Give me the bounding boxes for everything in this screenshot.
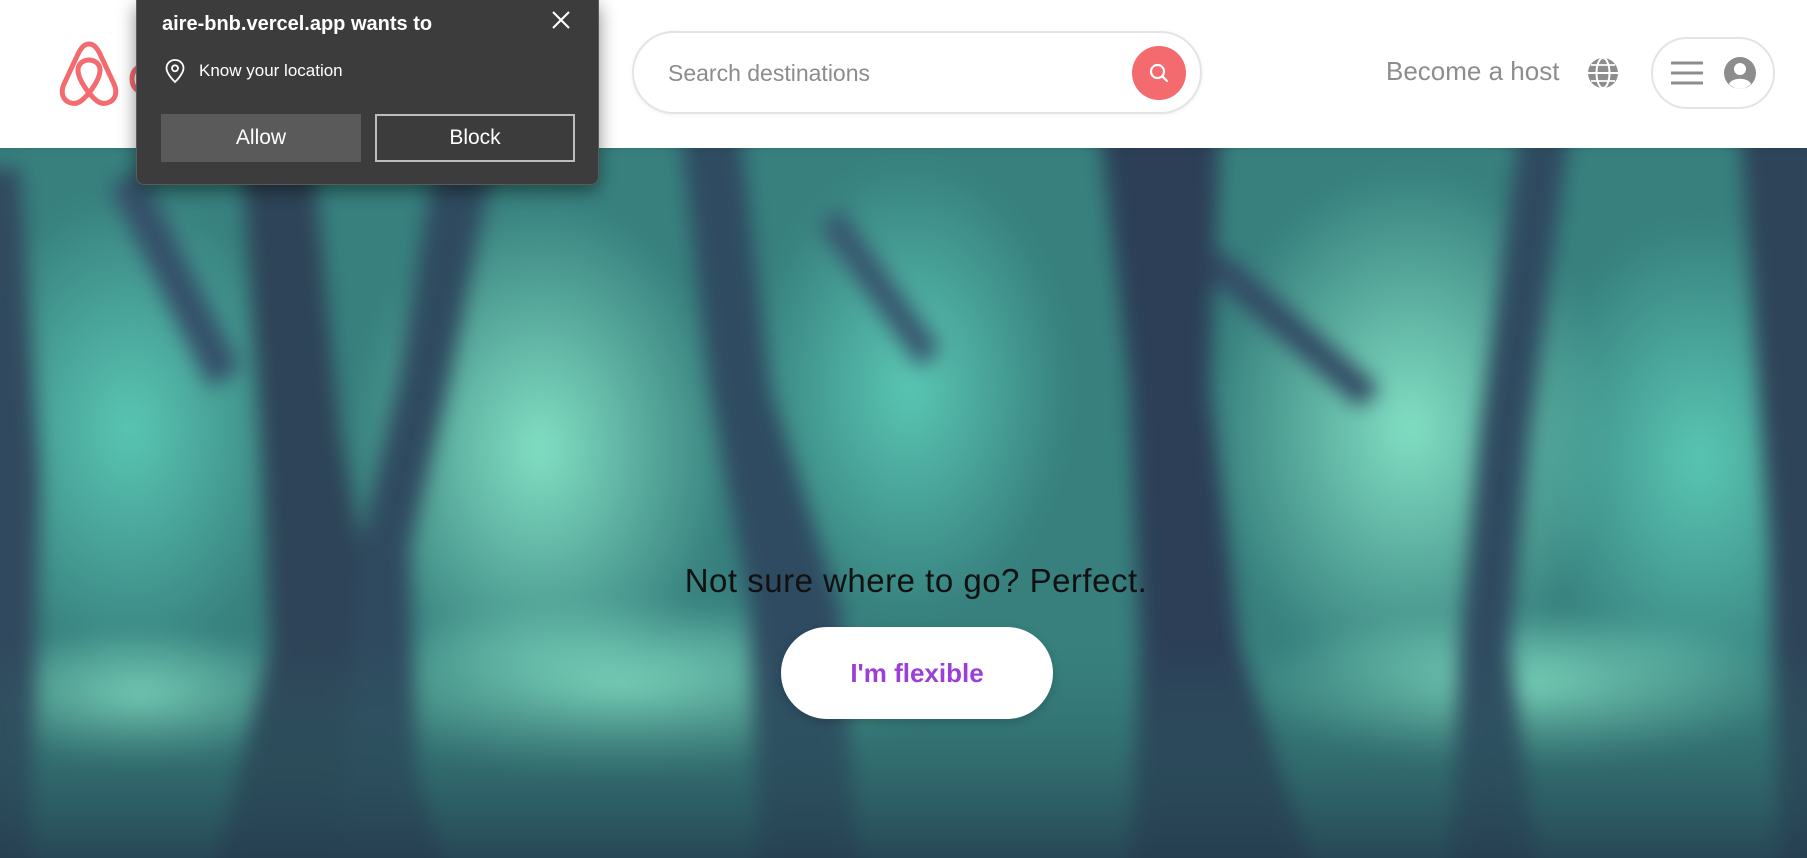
become-a-host-link[interactable]: Become a host — [1386, 56, 1559, 87]
globe-icon[interactable] — [1585, 55, 1621, 91]
search-icon — [1149, 63, 1169, 83]
hero-tagline: Not sure where to go? Perfect. — [684, 562, 1148, 599]
permission-request-label: Know your location — [199, 61, 343, 80]
search-input[interactable] — [666, 51, 1096, 95]
allow-button[interactable]: Allow — [161, 114, 361, 162]
permission-request-row: Know your location — [163, 58, 343, 84]
location-pin-icon — [165, 59, 185, 84]
user-menu-button[interactable] — [1651, 37, 1775, 109]
search-bar — [632, 31, 1202, 114]
forest-background-image — [0, 148, 1807, 858]
close-icon[interactable] — [546, 5, 576, 35]
im-flexible-button[interactable]: I'm flexible — [781, 627, 1053, 719]
user-avatar-icon — [1724, 57, 1756, 89]
block-button[interactable]: Block — [375, 114, 575, 162]
search-button[interactable] — [1132, 46, 1186, 100]
hero-banner: Not sure where to go? Perfect. I'm flexi… — [0, 148, 1807, 858]
hamburger-menu-icon — [1671, 61, 1703, 85]
airbnb-logo-icon[interactable] — [56, 38, 122, 108]
permission-title: aire-bnb.vercel.app wants to — [162, 13, 433, 35]
location-permission-dialog: aire-bnb.vercel.app wants to Know your l… — [136, 0, 599, 185]
